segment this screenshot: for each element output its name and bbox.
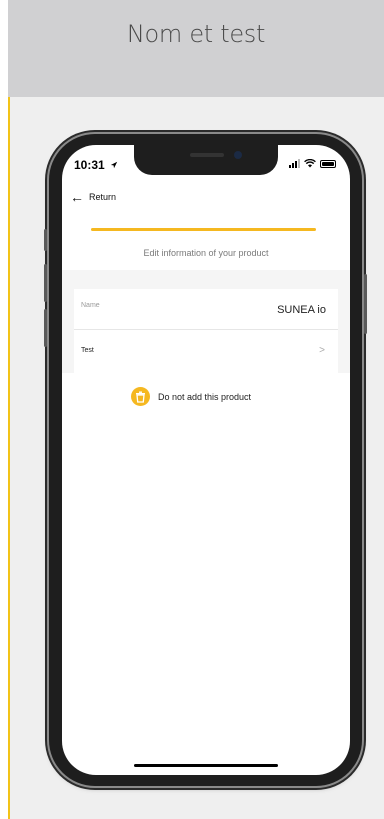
status-time: 10:31 xyxy=(74,158,118,172)
name-field-value[interactable]: SUNEA io xyxy=(277,304,326,316)
return-label: Return xyxy=(89,192,117,202)
page-subtitle: Edit information of your product xyxy=(143,248,269,258)
front-camera xyxy=(234,151,242,159)
wifi-icon xyxy=(304,159,316,168)
phone-screen: 10:31 ← Return Edit information of your … xyxy=(62,145,350,775)
speaker-grille xyxy=(190,153,224,157)
arrow-left-icon: ← xyxy=(70,189,84,205)
test-row[interactable]: Test > xyxy=(74,330,338,373)
signal-icon xyxy=(289,159,300,168)
test-row-label: Test xyxy=(81,347,94,354)
do-not-add-product-button[interactable]: Do not add this product xyxy=(131,387,251,406)
phone-power-button xyxy=(364,274,367,334)
progress-bar xyxy=(91,228,316,231)
phone-volume-down-button xyxy=(44,309,47,347)
phone-mute-switch xyxy=(44,229,47,251)
page-title: Nom et test xyxy=(126,20,266,48)
do-not-add-product-label: Do not add this product xyxy=(158,391,252,402)
status-icons xyxy=(289,159,336,168)
home-indicator[interactable] xyxy=(134,764,278,767)
page-header: Nom et test xyxy=(8,0,384,97)
name-field-label: Name xyxy=(81,302,100,309)
phone-notch xyxy=(134,145,278,175)
product-form: Name SUNEA io Test > xyxy=(62,270,350,373)
trash-icon xyxy=(131,387,150,406)
chevron-right-icon: > xyxy=(319,345,325,356)
return-button[interactable]: ← Return xyxy=(70,189,116,205)
location-arrow-icon xyxy=(110,161,118,169)
battery-icon xyxy=(320,159,336,168)
name-field[interactable]: Name SUNEA io xyxy=(74,289,338,329)
phone-volume-up-button xyxy=(44,264,47,302)
status-time-text: 10:31 xyxy=(74,158,105,172)
